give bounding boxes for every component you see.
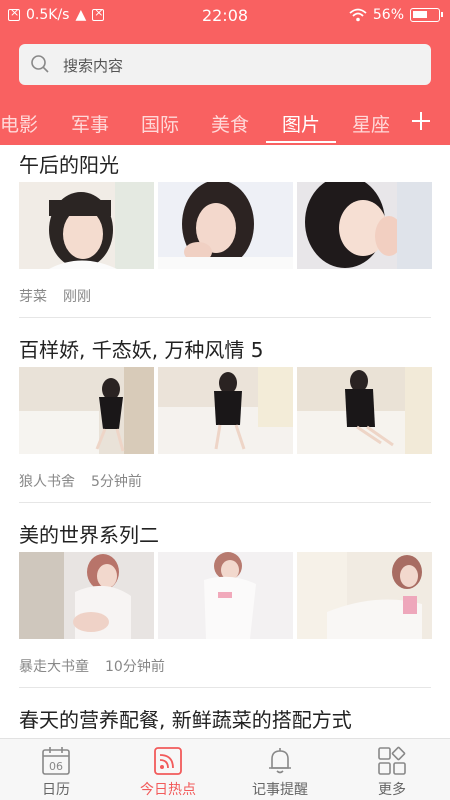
article-thumbnails: [19, 552, 432, 639]
bell-icon: [269, 748, 291, 774]
nav-calendar[interactable]: 06 日历: [0, 739, 112, 800]
article-meta: 暴走大书童 10分钟前: [19, 656, 165, 676]
article-title[interactable]: 美的世界系列二: [19, 519, 159, 548]
divider: [19, 687, 431, 688]
nav-reminders[interactable]: 记事提醒: [224, 739, 336, 800]
article-image[interactable]: [297, 182, 432, 269]
article-meta: 狼人书舍 5分钟前: [19, 471, 142, 491]
article-title[interactable]: 百样娇, 千态妖, 万种风情 5: [19, 334, 264, 363]
wifi-icon: [349, 8, 367, 22]
header: 0.5K/s ▲ 22:08 56% 搜索内容: [0, 0, 450, 145]
article-source: 狼人书舍: [19, 474, 75, 490]
battery-percent: 56%: [372, 7, 404, 23]
search-input[interactable]: 搜索内容: [19, 44, 431, 85]
active-tab-indicator: [266, 141, 336, 143]
grid-icon: [378, 746, 406, 775]
nav-label: 记事提醒: [252, 782, 308, 798]
tab-food[interactable]: 美食: [211, 110, 249, 137]
app-screen: 0.5K/s ▲ 22:08 56% 搜索内容: [0, 0, 450, 800]
article-image[interactable]: [19, 182, 154, 269]
article-image[interactable]: [158, 552, 293, 639]
article-meta: 芽菜 刚刚: [19, 286, 91, 306]
article-source: 芽菜: [19, 289, 47, 305]
article-feed: 午后的阳光 芽菜 刚刚 百样娇, 千态妖, 万种风情 5 狼人书舍 5分钟前 美…: [0, 145, 450, 738]
nav-more[interactable]: 更多: [336, 739, 448, 800]
article-time: 5分钟前: [91, 474, 142, 490]
article-time: 10分钟前: [105, 659, 165, 675]
article-image[interactable]: [297, 367, 432, 454]
tab-pictures[interactable]: 图片: [282, 110, 320, 137]
article-card[interactable]: 百样娇, 千态妖, 万种风情 5 狼人书舍 5分钟前: [0, 330, 450, 503]
tab-horoscope[interactable]: 星座: [352, 110, 390, 137]
article-source: 暴走大书童: [19, 659, 89, 675]
calendar-icon: 06: [42, 747, 70, 775]
tab-international[interactable]: 国际: [141, 110, 179, 137]
tab-movie[interactable]: 电影: [0, 110, 38, 137]
add-tab-icon[interactable]: [410, 110, 432, 132]
calendar-date: 06: [49, 760, 63, 773]
article-thumbnails: [19, 367, 432, 454]
divider: [19, 317, 431, 318]
nav-label: 更多: [378, 782, 406, 798]
nav-label: 今日热点: [140, 782, 196, 798]
nav-label: 日历: [42, 782, 70, 798]
article-image[interactable]: [158, 182, 293, 269]
article-title[interactable]: 午后的阳光: [19, 149, 119, 178]
article-card[interactable]: 春天的营养配餐, 新鲜蔬菜的搭配方式: [0, 700, 450, 738]
article-image[interactable]: [297, 552, 432, 639]
status-right: 56%: [349, 7, 443, 23]
article-card[interactable]: 午后的阳光 芽菜 刚刚: [0, 145, 450, 318]
category-tabs: 电影 军事 国际 美食 图片 星座: [0, 104, 450, 144]
article-image[interactable]: [158, 367, 293, 454]
search-icon: [31, 55, 49, 73]
status-bar: 0.5K/s ▲ 22:08 56%: [0, 0, 450, 32]
battery-icon: [410, 8, 443, 22]
search-placeholder: 搜索内容: [63, 57, 124, 75]
article-thumbnails: [19, 182, 432, 269]
article-card[interactable]: 美的世界系列二 暴走大书童 10分钟前: [0, 515, 450, 688]
article-image[interactable]: [19, 367, 154, 454]
article-title[interactable]: 春天的营养配餐, 新鲜蔬菜的搭配方式: [19, 704, 352, 733]
tab-military[interactable]: 军事: [71, 110, 109, 137]
article-image[interactable]: [19, 552, 154, 639]
nav-hot-news[interactable]: 今日热点: [112, 739, 224, 800]
bottom-nav: 06 日历 今日热点 记事提醒 更多: [0, 738, 450, 800]
news-icon: [154, 747, 182, 775]
divider: [19, 502, 431, 503]
article-time: 刚刚: [63, 289, 91, 305]
